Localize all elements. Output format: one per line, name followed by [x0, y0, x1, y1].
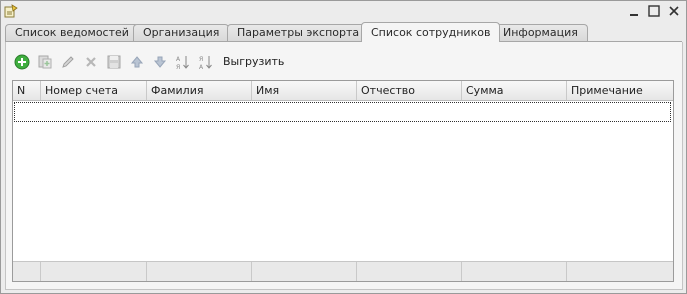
svg-text:Я: Я [199, 56, 203, 63]
svg-text:Я: Я [176, 64, 180, 70]
form-icon [4, 4, 18, 18]
copy-icon[interactable] [36, 53, 54, 71]
tab-employees-list[interactable]: Список сотрудников [361, 22, 501, 42]
column-header-first-name[interactable]: Имя [252, 81, 357, 100]
tab-export-settings[interactable]: Параметры экспорта [227, 24, 370, 41]
tab-organization[interactable]: Организация [133, 24, 230, 41]
sort-ascending-icon[interactable]: AЯ [174, 53, 192, 71]
svg-text:A: A [176, 56, 181, 63]
footer-cell [567, 262, 673, 281]
tab-statements-list[interactable]: Список ведомостей [5, 24, 139, 41]
toolbar: AЯ ЯA Выгрузить [9, 52, 669, 72]
column-header-last-name[interactable]: Фамилия [147, 81, 252, 100]
footer-cell [41, 262, 147, 281]
footer-cell [13, 262, 41, 281]
form-window: Список ведомостей Организация Параметры … [0, 0, 687, 294]
title-bar [1, 1, 686, 21]
add-icon[interactable] [13, 53, 31, 71]
column-header-patronymic[interactable]: Отчество [357, 81, 462, 100]
column-header-n[interactable]: N [13, 81, 41, 100]
footer-cell [252, 262, 357, 281]
employees-table[interactable]: N Номер счета Фамилия Имя Отчество Сумма… [12, 80, 674, 282]
move-down-icon[interactable] [151, 53, 169, 71]
table-header: N Номер счета Фамилия Имя Отчество Сумма… [13, 81, 673, 101]
close-button[interactable] [667, 4, 681, 18]
edit-icon[interactable] [59, 53, 77, 71]
column-header-note[interactable]: Примечание [567, 81, 673, 100]
table-row[interactable] [14, 102, 671, 122]
footer-cell [357, 262, 462, 281]
footer-cell [147, 262, 252, 281]
sort-descending-icon[interactable]: ЯA [197, 53, 215, 71]
svg-text:A: A [199, 64, 204, 70]
delete-icon[interactable] [82, 53, 100, 71]
table-footer [13, 261, 673, 281]
tab-bar: Список ведомостей Организация Параметры … [5, 22, 685, 42]
column-header-amount[interactable]: Сумма [462, 81, 567, 100]
export-button[interactable]: Выгрузить [223, 52, 284, 72]
tab-information[interactable]: Информация [493, 24, 588, 41]
column-header-account-number[interactable]: Номер счета [41, 81, 147, 100]
save-icon[interactable] [105, 53, 123, 71]
footer-cell [462, 262, 567, 281]
maximize-button[interactable] [647, 4, 661, 18]
minimize-button[interactable] [628, 4, 642, 18]
move-up-icon[interactable] [128, 53, 146, 71]
